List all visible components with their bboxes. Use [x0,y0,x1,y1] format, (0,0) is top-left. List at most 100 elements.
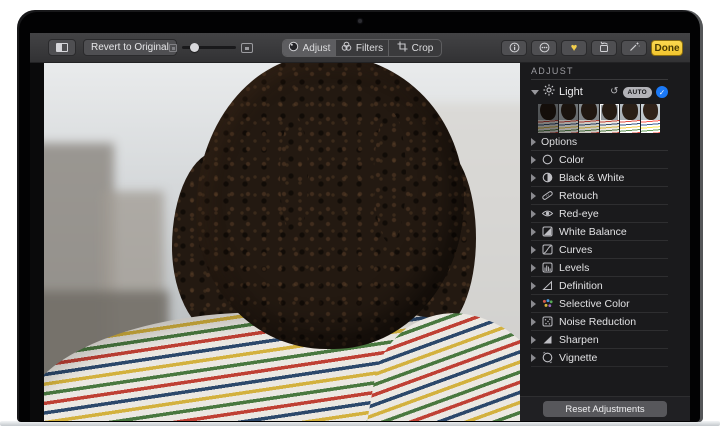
sidebar-item-retouch[interactable]: Retouch [531,187,668,205]
sidebar-item-label: Noise Reduction [559,316,636,328]
color-icon [541,153,554,166]
chevron-right-icon [531,282,536,290]
tab-adjust[interactable]: Adjust [283,40,336,56]
sidebar-item-color[interactable]: Color [531,151,668,169]
sidebar-item-white-balance[interactable]: White Balance [531,223,668,241]
sidebar-item-label: Levels [559,262,589,274]
light-thumbnail[interactable] [579,104,599,133]
zoom-slider [169,39,253,56]
webcam-icon [358,19,362,23]
more-extensions-button[interactable] [531,40,557,56]
sidebar-item-noise-reduction[interactable]: Noise Reduction [531,313,668,331]
sidebar-item-label: Red-eye [559,208,599,220]
rotate-icon [598,41,610,55]
edit-toolbar: Revert to Original Adjust [30,33,690,63]
sidebar-item-label: Definition [559,280,603,292]
macbook-bezel: Revert to Original Adjust [17,10,703,422]
reset-adjustments-button[interactable]: Reset Adjustments [543,401,667,417]
toolbar-right-buttons: ♥ Done [501,40,683,56]
subject-hair [280,115,308,237]
auto-badge[interactable]: AUTO [623,87,653,98]
compare-original-button[interactable] [48,39,76,56]
chevron-right-icon [531,246,536,254]
large-photo-icon [241,43,253,53]
chevron-right-icon [531,264,536,272]
chevron-right-icon [531,156,536,164]
subject-hair [196,63,464,349]
options-label: Options [541,136,577,148]
sharpen-icon [541,333,554,346]
sidebar-item-label: Sharpen [559,334,599,346]
filters-icon [341,41,352,55]
undo-arrow-icon[interactable]: ↺ [610,87,618,97]
zoom-slider-track[interactable] [182,46,236,49]
light-thumbnail[interactable] [559,104,579,133]
small-photo-icon [169,44,177,52]
zoom-slider-knob[interactable] [190,43,199,52]
edited-photo [44,63,520,421]
tab-label: Filters [356,43,383,54]
sidebar-item-curves[interactable]: Curves [531,241,668,259]
reset-adjustments-label: Reset Adjustments [565,404,644,415]
sidebar-item-label: Light [559,86,583,98]
tab-filters[interactable]: Filters [336,40,389,56]
sidebar-item-label: Color [559,154,584,166]
sidebar-item-levels[interactable]: Levels [531,259,668,277]
noise-reduction-icon [541,315,554,328]
light-thumbnail[interactable] [641,104,661,133]
magic-wand-icon [628,41,640,55]
light-strength-strip [538,104,660,133]
definition-icon [541,279,554,292]
sidebar-item-light[interactable]: Light ↺ AUTO ✓ [531,82,668,102]
light-thumbnail[interactable] [538,104,558,133]
sun-icon [543,83,555,101]
light-options-toggle[interactable]: Options [531,133,668,151]
revert-button-label: Revert to Original [91,42,169,53]
chevron-right-icon [531,318,536,326]
sidebar-item-red-eye[interactable]: Red-eye [531,205,668,223]
selective-color-icon [541,297,554,310]
info-button[interactable] [501,40,527,56]
page: Revert to Original Adjust [0,0,720,426]
chevron-right-icon [531,174,536,182]
chevron-right-icon [531,300,536,308]
done-button-label: Done [655,43,680,54]
sidebar-item-vignette[interactable]: Vignette [531,349,668,367]
sidebar-item-black-white[interactable]: Black & White [531,169,668,187]
edit-mode-tabs: Adjust Filters Crop [282,39,442,57]
auto-enhance-button[interactable] [621,40,647,56]
light-thumbnail-selected[interactable] [600,104,620,133]
done-button[interactable]: Done [651,40,683,56]
sidebar-item-selective-color[interactable]: Selective Color [531,295,668,313]
blue-checkmark-icon[interactable]: ✓ [656,86,668,98]
red-eye-icon [541,207,554,220]
tab-crop[interactable]: Crop [389,40,441,56]
photo-canvas [30,63,520,421]
sidebar-item-label: Black & White [559,172,624,184]
adjust-sidebar: ADJUST Light ↺ AUTO ✓ [520,63,690,421]
tab-label: Adjust [303,43,331,54]
chevron-right-icon [531,336,536,344]
revert-button[interactable]: Revert to Original [83,39,177,56]
sidebar-item-sharpen[interactable]: Sharpen [531,331,668,349]
levels-icon [541,261,554,274]
chevron-down-icon[interactable] [531,90,539,95]
chevron-right-icon [531,192,536,200]
adjust-dial-icon [288,41,299,55]
vignette-icon [541,351,554,364]
curves-icon [541,243,554,256]
photos-edit-window: Revert to Original Adjust [30,33,690,421]
light-thumbnail[interactable] [620,104,640,133]
tab-label: Crop [412,43,434,54]
chevron-right-icon [531,138,536,146]
heart-icon: ♥ [571,43,578,54]
chevron-right-icon [531,354,536,362]
favorite-button[interactable]: ♥ [561,40,587,56]
sidebar-item-definition[interactable]: Definition [531,277,668,295]
ellipsis-circle-icon [539,42,550,55]
retouch-icon [541,189,554,202]
subject-hair [374,111,406,243]
chevron-right-icon [531,228,536,236]
before-after-icon [56,43,68,52]
rotate-button[interactable] [591,40,617,56]
